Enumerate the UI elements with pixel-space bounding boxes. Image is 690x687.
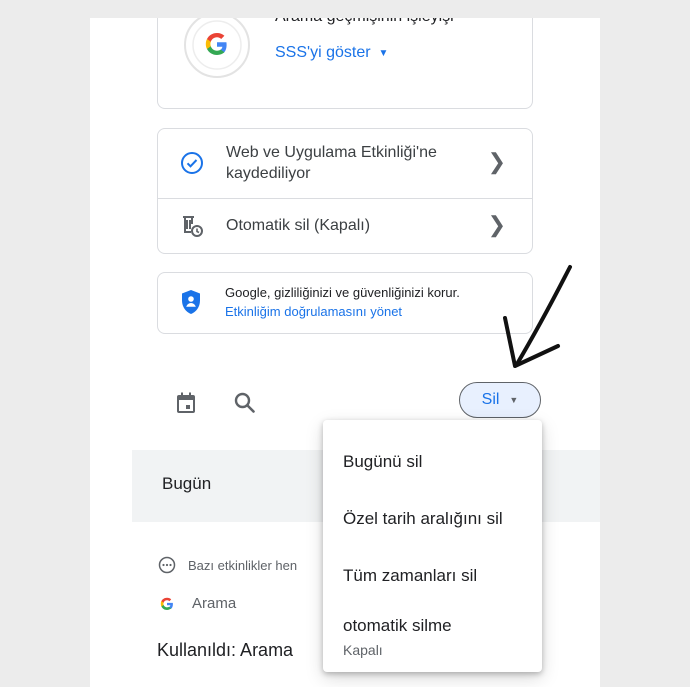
history-info-title: Arama geçmişinin işleyişi — [275, 18, 454, 26]
activity-source-label: Arama — [192, 595, 237, 612]
menu-item-delete-today[interactable]: Bugünü sil — [343, 452, 422, 472]
activity-source-row: Arama — [160, 595, 236, 612]
menu-item-auto-delete[interactable]: otomatik silme — [343, 616, 452, 636]
delete-dropdown-menu: Bugünü sil Özel tarih aralığını sil Tüm … — [323, 420, 542, 672]
delete-button[interactable]: Sil ▼ — [459, 382, 541, 418]
search-history-card: Arama geçmişinin işleyişi SSS'yi göster … — [157, 18, 533, 109]
auto-delete-icon — [183, 216, 203, 237]
shield-person-icon — [182, 290, 200, 314]
web-app-activity-line1: Web ve Uygulama Etkinliği'ne — [226, 144, 437, 161]
google-g-icon — [160, 597, 173, 610]
privacy-text: Google, gizliliğinizi ve güvenliğinizi k… — [225, 285, 460, 300]
faq-link-label: SSS'yi göster — [275, 44, 371, 61]
my-activity-page: Arama geçmişinin işleyişi SSS'yi göster … — [90, 18, 600, 687]
google-logo-icon — [184, 18, 250, 78]
more-circle-icon — [158, 556, 176, 574]
pending-notice-text: Bazı etkinlikler hen — [188, 557, 298, 573]
web-app-activity-line2: kaydediliyor — [226, 165, 311, 182]
menu-item-delete-all-time[interactable]: Tüm zamanları sil — [343, 566, 477, 586]
caret-down-icon: ▼ — [378, 47, 389, 59]
menu-item-delete-custom-range[interactable]: Özel tarih aralığını sil — [343, 509, 503, 529]
activity-item-title[interactable]: Kullanıldı: Arama — [157, 640, 293, 661]
auto-delete-status: Kapalı — [343, 642, 383, 658]
activity-settings-card: Web ve Uygulama Etkinliği'ne kaydediliyo… — [157, 128, 533, 254]
chevron-right-icon: ❯ — [487, 149, 506, 174]
calendar-icon[interactable] — [174, 391, 198, 415]
delete-button-label: Sil — [481, 391, 500, 408]
pending-activity-notice: Bazı etkinlikler hen — [158, 556, 297, 574]
auto-delete-row[interactable]: Otomatik sil (Kapalı) ❯ — [158, 199, 532, 253]
search-icon[interactable] — [232, 390, 258, 416]
manage-verification-link[interactable]: Etkinliğim doğrulamasını yönet — [225, 304, 402, 319]
privacy-protection-card: Google, gizliliğinizi ve güvenliğinizi k… — [157, 272, 533, 334]
check-circle-icon — [181, 152, 203, 174]
today-label: Bugün — [162, 474, 212, 493]
chevron-right-icon: ❯ — [487, 212, 506, 237]
faq-link[interactable]: SSS'yi göster ▼ — [275, 44, 388, 62]
caret-down-icon: ▼ — [509, 395, 519, 405]
auto-delete-label: Otomatik sil (Kapalı) — [226, 217, 371, 234]
web-app-activity-row[interactable]: Web ve Uygulama Etkinliği'ne kaydediliyo… — [158, 129, 532, 199]
